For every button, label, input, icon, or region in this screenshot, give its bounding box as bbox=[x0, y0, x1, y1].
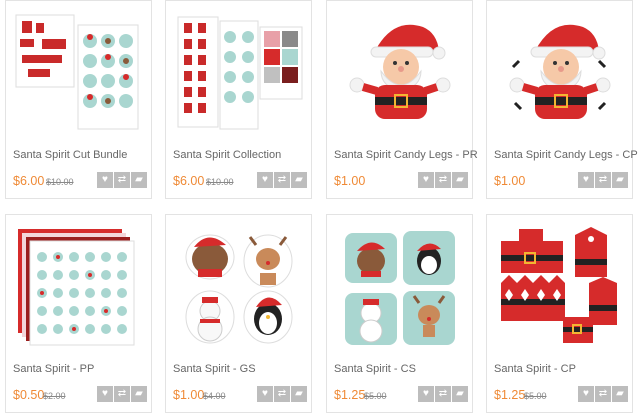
shuffle-icon[interactable]: ⇄ bbox=[435, 172, 451, 188]
product-image[interactable] bbox=[172, 221, 306, 353]
cart-icon[interactable]: ▰ bbox=[291, 172, 307, 188]
shuffle-icon[interactable]: ⇄ bbox=[114, 386, 130, 402]
product-title[interactable]: Santa Spirit Collection bbox=[173, 149, 281, 161]
product-card[interactable]: Santa Spirit - PP $0.50 $2.00 ♥ ⇄ ▰ bbox=[5, 214, 152, 413]
product-card[interactable]: Santa Spirit - GS $1.00 $4.00 ♥ ⇄ ▰ bbox=[165, 214, 312, 413]
product-title[interactable]: Santa Spirit - CS bbox=[334, 363, 416, 375]
product-card[interactable]: Santa Spirit - CS $1.25 $5.00 ♥ ⇄ ▰ bbox=[326, 214, 473, 413]
action-buttons: ♥ ⇄ ▰ bbox=[577, 172, 628, 188]
original-price: $5.00 bbox=[364, 391, 387, 401]
cart-icon[interactable]: ▰ bbox=[452, 172, 468, 188]
product-price: $1.25 bbox=[334, 388, 366, 402]
action-buttons: ♥ ⇄ ▰ bbox=[96, 172, 147, 188]
product-image[interactable] bbox=[172, 7, 306, 139]
product-image[interactable] bbox=[493, 221, 627, 353]
product-image[interactable] bbox=[333, 7, 467, 139]
action-buttons: ♥ ⇄ ▰ bbox=[96, 386, 147, 402]
shuffle-icon[interactable]: ⇄ bbox=[595, 386, 611, 402]
action-buttons: ♥ ⇄ ▰ bbox=[256, 172, 307, 188]
heart-icon[interactable]: ♥ bbox=[97, 386, 113, 402]
product-price: $1.00 bbox=[334, 174, 366, 188]
heart-icon[interactable]: ♥ bbox=[418, 172, 434, 188]
action-buttons: ♥ ⇄ ▰ bbox=[256, 386, 307, 402]
price-row: $1.25 $5.00 ♥ ⇄ ▰ bbox=[494, 386, 628, 406]
product-title[interactable]: Santa Spirit Candy Legs - PR bbox=[334, 149, 478, 161]
original-price: $10.00 bbox=[206, 177, 234, 187]
shuffle-icon[interactable]: ⇄ bbox=[595, 172, 611, 188]
price-row: $1.25 $5.00 ♥ ⇄ ▰ bbox=[334, 386, 468, 406]
action-buttons: ♥ ⇄ ▰ bbox=[577, 386, 628, 402]
product-title[interactable]: Santa Spirit - CP bbox=[494, 363, 576, 375]
original-price: $4.00 bbox=[203, 391, 226, 401]
price-row: $6.00 $10.00 ♥ ⇄ ▰ bbox=[13, 172, 147, 192]
product-card[interactable]: Santa Spirit Collection $6.00 $10.00 ♥ ⇄ ▰ bbox=[165, 0, 312, 199]
product-image[interactable] bbox=[12, 7, 146, 139]
product-card[interactable]: Santa Spirit Candy Legs - CP $1.00 ♥ ⇄ ▰ bbox=[486, 0, 638, 199]
cart-icon[interactable]: ▰ bbox=[291, 386, 307, 402]
shuffle-icon[interactable]: ⇄ bbox=[274, 386, 290, 402]
heart-icon[interactable]: ♥ bbox=[97, 172, 113, 188]
heart-icon[interactable]: ♥ bbox=[257, 172, 273, 188]
original-price: $2.00 bbox=[43, 391, 66, 401]
cart-icon[interactable]: ▰ bbox=[612, 172, 628, 188]
shuffle-icon[interactable]: ⇄ bbox=[114, 172, 130, 188]
product-card[interactable]: Santa Spirit - CP $1.25 $5.00 ♥ ⇄ ▰ bbox=[486, 214, 633, 413]
product-title[interactable]: Santa Spirit - PP bbox=[13, 363, 94, 375]
product-price: $1.00 bbox=[494, 174, 526, 188]
product-title[interactable]: Santa Spirit Cut Bundle bbox=[13, 149, 127, 161]
product-price: $6.00 bbox=[173, 174, 205, 188]
price-row: $6.00 $10.00 ♥ ⇄ ▰ bbox=[173, 172, 307, 192]
price-row: $1.00 $4.00 ♥ ⇄ ▰ bbox=[173, 386, 307, 406]
price-row: $0.50 $2.00 ♥ ⇄ ▰ bbox=[13, 386, 147, 406]
original-price: $5.00 bbox=[524, 391, 547, 401]
product-card[interactable]: Santa Spirit Cut Bundle $6.00 $10.00 ♥ ⇄ ▰ bbox=[5, 0, 152, 199]
product-image[interactable] bbox=[493, 7, 627, 139]
heart-icon[interactable]: ♥ bbox=[257, 386, 273, 402]
product-price: $1.25 bbox=[494, 388, 526, 402]
shuffle-icon[interactable]: ⇄ bbox=[274, 172, 290, 188]
product-price: $6.00 bbox=[13, 174, 45, 188]
heart-icon[interactable]: ♥ bbox=[418, 386, 434, 402]
heart-icon[interactable]: ♥ bbox=[578, 172, 594, 188]
product-title[interactable]: Santa Spirit - GS bbox=[173, 363, 256, 375]
product-image[interactable] bbox=[333, 221, 467, 353]
cart-icon[interactable]: ▰ bbox=[452, 386, 468, 402]
cart-icon[interactable]: ▰ bbox=[612, 386, 628, 402]
price-row: $1.00 ♥ ⇄ ▰ bbox=[334, 172, 468, 192]
product-price: $0.50 bbox=[13, 388, 45, 402]
product-card[interactable]: Santa Spirit Candy Legs - PR $1.00 ♥ ⇄ ▰ bbox=[326, 0, 478, 199]
heart-icon[interactable]: ♥ bbox=[578, 386, 594, 402]
product-title[interactable]: Santa Spirit Candy Legs - CP bbox=[494, 149, 638, 161]
cart-icon[interactable]: ▰ bbox=[131, 172, 147, 188]
original-price: $10.00 bbox=[46, 177, 74, 187]
action-buttons: ♥ ⇄ ▰ bbox=[417, 172, 468, 188]
shuffle-icon[interactable]: ⇄ bbox=[435, 386, 451, 402]
product-image[interactable] bbox=[12, 221, 146, 353]
price-row: $1.00 ♥ ⇄ ▰ bbox=[494, 172, 628, 192]
action-buttons: ♥ ⇄ ▰ bbox=[417, 386, 468, 402]
product-price: $1.00 bbox=[173, 388, 205, 402]
cart-icon[interactable]: ▰ bbox=[131, 386, 147, 402]
